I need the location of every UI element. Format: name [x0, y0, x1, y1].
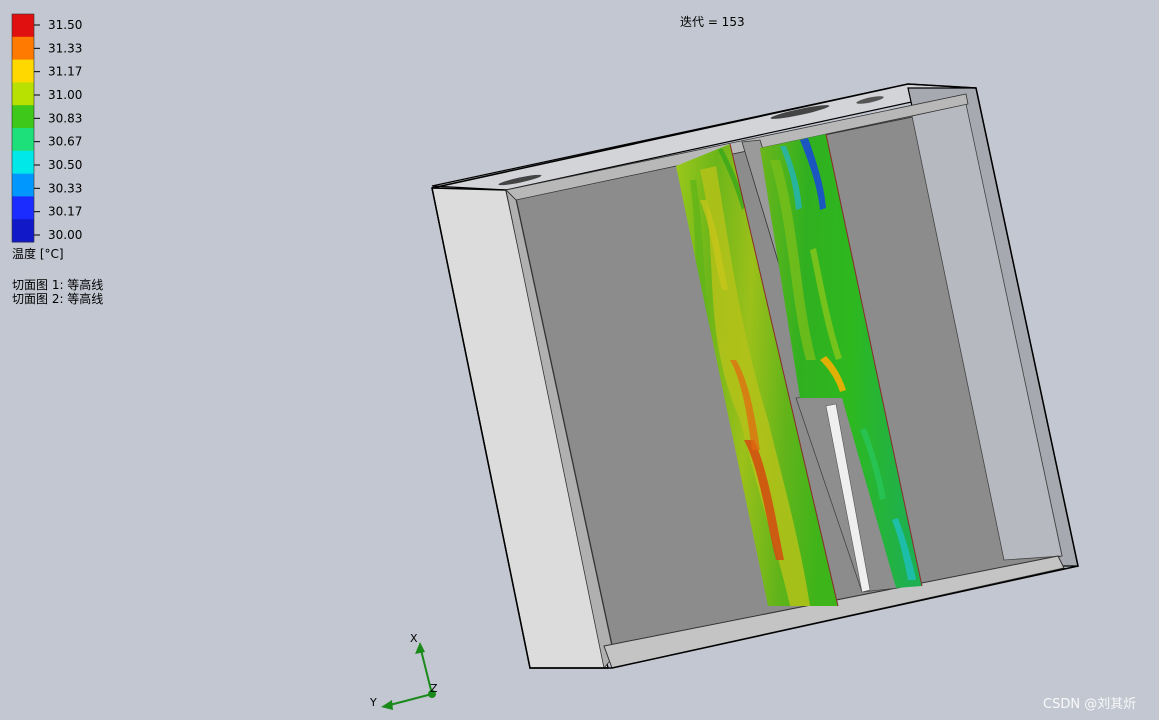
- legend-color-band: [12, 128, 34, 152]
- legend-color-band: [12, 36, 34, 61]
- triad-x-label: X: [410, 632, 418, 645]
- legend-value-label: 31.17: [48, 65, 82, 79]
- watermark-text: CSDN @刘其炘: [1043, 697, 1136, 712]
- triad-y-label: Y: [369, 696, 377, 709]
- legend-value-label: 30.33: [48, 181, 82, 195]
- legend-value-label: 30.67: [48, 135, 82, 149]
- cut-plot-2-label: 切面图 2: 等高线: [12, 291, 103, 306]
- legend-color-band: [12, 196, 34, 220]
- legend-color-band: [12, 14, 34, 38]
- cut-plot-1-label: 切面图 1: 等高线: [12, 277, 103, 292]
- legend-value-label: 31.00: [48, 88, 82, 102]
- legend-colorbar: [11, 13, 35, 243]
- legend-color-band: [12, 219, 34, 243]
- legend-value-label: 31.50: [48, 18, 82, 32]
- legend-value-label: 30.50: [48, 158, 82, 172]
- legend-value-label: 30.83: [48, 111, 82, 125]
- reference-triad: X Y Z: [369, 632, 438, 710]
- triad-z-label: Z: [430, 682, 438, 695]
- legend-value-label: 30.17: [48, 205, 82, 219]
- legend-labels: 31.50 31.33 31.17 31.00 30.83 30.67 30.50 30.33…: [48, 18, 82, 242]
- enclosure-model[interactable]: [431, 83, 1079, 669]
- iteration-counter: 迭代 = 153: [680, 15, 745, 29]
- legend-ticks: [34, 24, 40, 236]
- legend-color-band: [12, 173, 34, 197]
- legend-color-band: [12, 59, 34, 83]
- legend-color-band: [12, 105, 34, 129]
- legend-color-band: [12, 150, 34, 175]
- temperature-legend: 31.50 31.33 31.17 31.00 30.83 30.67 30.50 30.33…: [11, 13, 103, 306]
- legend-color-band: [12, 82, 34, 106]
- legend-title: 温度 [°C]: [12, 246, 64, 261]
- legend-value-label: 30.00: [48, 228, 82, 242]
- graphics-viewport[interactable]: 31.50 31.33 31.17 31.00 30.83 30.67 30.50 30.33…: [0, 0, 1159, 720]
- legend-value-label: 31.33: [48, 41, 82, 55]
